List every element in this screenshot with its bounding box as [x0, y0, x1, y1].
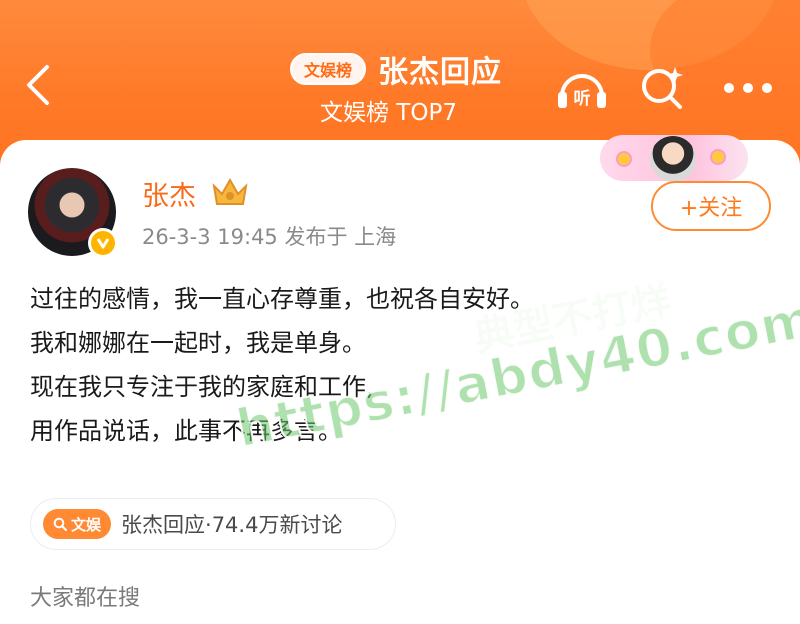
follow-button[interactable]: +关注: [651, 181, 771, 231]
page-subtitle[interactable]: 文娱榜 TOP7: [320, 93, 457, 127]
decoration-avatar: [650, 136, 696, 182]
topic-text: 张杰回应·74.4万新讨论: [121, 513, 343, 537]
crown-icon: [212, 177, 248, 205]
chevron-left-icon: [27, 65, 49, 105]
decoration-dot: [616, 151, 632, 167]
decoration-dot: [710, 149, 726, 165]
post-meta: 26-3-3 19:45 发布于 上海: [142, 225, 397, 249]
topic-badge: 文娱: [43, 509, 112, 539]
search-icon: [53, 517, 67, 531]
listen-label: 听: [574, 88, 591, 109]
more-icon: [724, 83, 772, 93]
trending-search-label: 大家都在搜: [30, 586, 141, 611]
topic-link[interactable]: 文娱 张杰回应·74.4万新讨论: [30, 498, 396, 550]
topic-badge-label: 文娱: [71, 515, 102, 534]
headphones-icon: 听: [558, 74, 606, 109]
username[interactable]: 张杰: [142, 174, 196, 213]
ranking-tag[interactable]: 文娱榜: [290, 53, 367, 85]
post-line: 过往的感情，我一直心存尊重，也祝各自安好。: [30, 285, 534, 313]
weibo-post-page: 文娱榜 张杰回应 文娱榜 TOP7 听 张杰 26-3-3 19:45 发布于 …: [0, 0, 800, 624]
verified-icon: [96, 238, 110, 249]
post-line: 现在我只专注于我的家庭和工作,: [30, 373, 374, 401]
listen-button[interactable]: 听: [554, 60, 610, 116]
post-line: 用作品说话，此事不再多言。: [30, 417, 342, 445]
verified-badge: [88, 228, 118, 258]
more-button[interactable]: [718, 60, 778, 116]
search-button[interactable]: [634, 60, 690, 116]
post-line: 我和娜娜在一起时，我是单身。: [30, 329, 366, 357]
back-button[interactable]: [14, 58, 62, 112]
title-row: 文娱榜 张杰回应: [290, 46, 502, 92]
page-title: 张杰回应: [378, 55, 503, 90]
post-body: 过往的感情，我一直心存尊重，也祝各自安好。 我和娜娜在一起时，我是单身。 现在我…: [30, 277, 770, 453]
search-sparkle-icon: [642, 67, 683, 109]
verified-badge-inner: [91, 231, 115, 255]
